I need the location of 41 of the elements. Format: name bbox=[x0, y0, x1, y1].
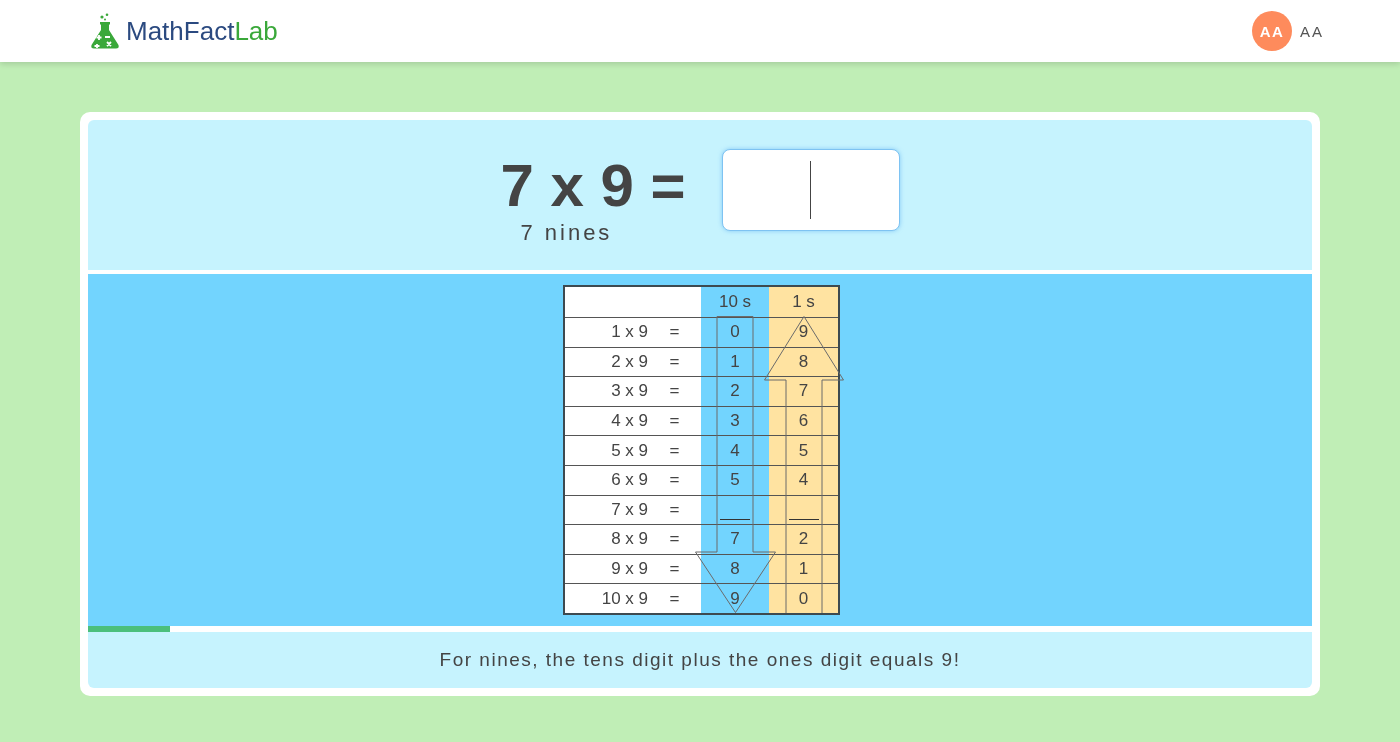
equals-text: = bbox=[668, 588, 681, 609]
row-label: 6 x 9 bbox=[610, 470, 648, 491]
equals-text: = bbox=[668, 440, 681, 461]
fill-in-line[interactable] bbox=[788, 519, 819, 521]
row-label: 2 x 9 bbox=[610, 351, 648, 372]
row-label: 4 x 9 bbox=[610, 411, 648, 432]
user-avatar[interactable]: AA bbox=[1252, 11, 1292, 51]
equals-text: = bbox=[668, 351, 681, 372]
table-cell: 9 bbox=[769, 318, 838, 347]
table-cell: 0 bbox=[769, 584, 838, 613]
table-cell: 5 bbox=[769, 436, 838, 465]
equals-text: = bbox=[668, 529, 681, 550]
row-label: 5 x 9 bbox=[610, 440, 648, 461]
logo-text: MathFactLab bbox=[126, 15, 278, 47]
answer-field[interactable] bbox=[721, 149, 900, 231]
table-cell: 8 bbox=[769, 347, 838, 377]
table-cell: 4 bbox=[769, 465, 838, 495]
equals-text: = bbox=[668, 470, 681, 491]
equals-text: = bbox=[668, 499, 681, 520]
table-cell: 7 bbox=[769, 377, 838, 406]
table-cell: 1 bbox=[769, 554, 838, 584]
equals-text: = bbox=[668, 322, 681, 343]
row-label: 1 x 9 bbox=[610, 322, 648, 343]
equals-text: = bbox=[668, 559, 681, 580]
tip-text: For nines, the tens digit plus the ones digit equals 9! bbox=[439, 649, 961, 671]
equals-text: = bbox=[668, 381, 681, 402]
question-caption: 7 nines bbox=[519, 219, 614, 247]
text-cursor-icon bbox=[809, 161, 811, 219]
user-name: AA bbox=[1300, 22, 1324, 40]
row-label: 7 x 9 bbox=[610, 499, 648, 520]
fill-in-line[interactable] bbox=[720, 519, 750, 521]
equals-text: = bbox=[668, 411, 681, 432]
table-cell: 2 bbox=[769, 525, 838, 554]
column-header: 1 s bbox=[769, 287, 838, 317]
row-label: 10 x 9 bbox=[600, 588, 648, 609]
row-label: 8 x 9 bbox=[610, 529, 648, 550]
row-label: 3 x 9 bbox=[610, 381, 648, 402]
table-cell: 6 bbox=[769, 406, 838, 436]
question-text: 7 x 9 = bbox=[500, 153, 686, 219]
row-label: 9 x 9 bbox=[610, 559, 648, 580]
flask-logo-icon bbox=[90, 13, 120, 49]
